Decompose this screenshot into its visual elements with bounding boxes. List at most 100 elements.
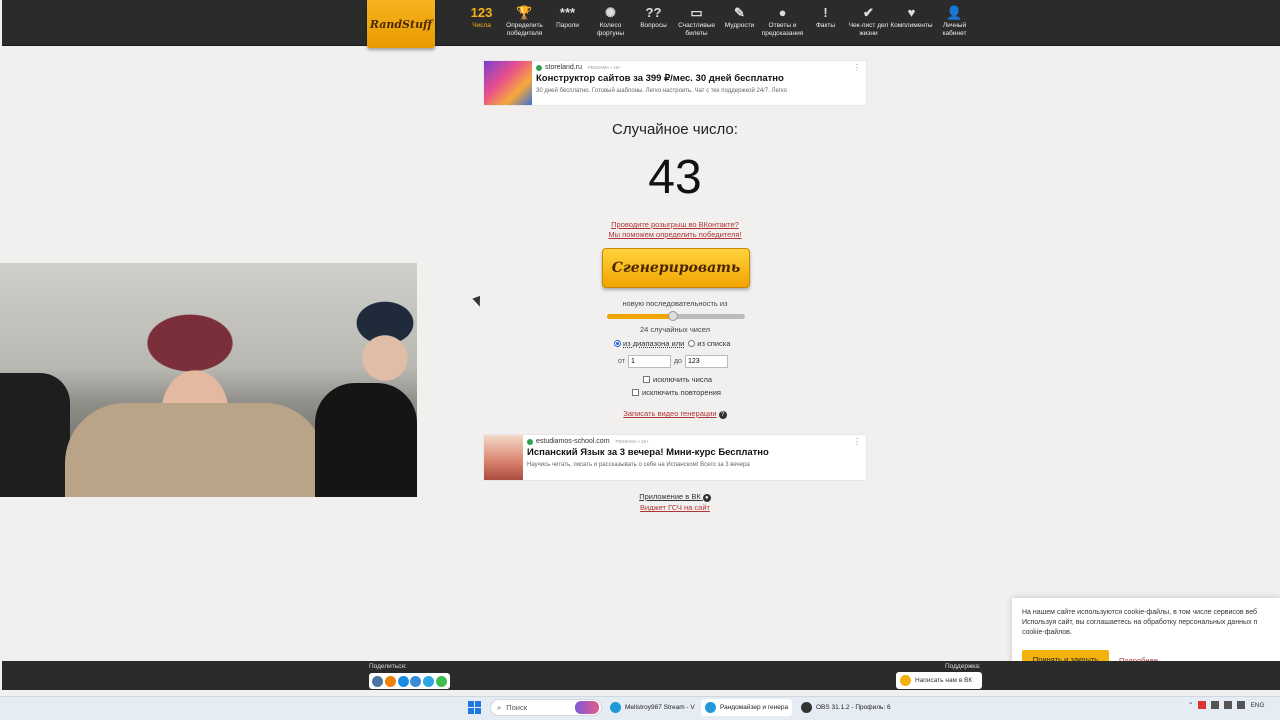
windows-start-icon[interactable] bbox=[468, 701, 481, 714]
nav-item-label: Ответы и предсказания bbox=[761, 22, 804, 37]
nav-item-account[interactable]: 👤 Личный кабинет bbox=[933, 4, 976, 38]
help-icon[interactable]: ? bbox=[718, 411, 727, 419]
cookie-text-3: cookie-файлов. bbox=[1022, 629, 1072, 636]
nav-item-passwords[interactable]: *** Пароли bbox=[546, 4, 589, 38]
tickets-icon: ▭ bbox=[690, 5, 703, 20]
exclude-repeats-checkbox[interactable] bbox=[632, 389, 639, 396]
language-indicator[interactable]: ENG bbox=[1250, 702, 1264, 709]
share-whatsapp-icon[interactable] bbox=[436, 675, 448, 687]
nav-item-tickets[interactable]: ▭ Счастливые билеты bbox=[675, 4, 718, 38]
webcam-overlay bbox=[0, 263, 417, 497]
nav-item-label: Вопросы bbox=[640, 22, 667, 29]
share-telegram-icon[interactable] bbox=[423, 675, 435, 687]
vk-app-link[interactable]: Приложение в ВК ● bbox=[575, 492, 775, 502]
search-icon: ⌕ bbox=[497, 702, 502, 712]
support-button-label[interactable]: Написать нам в ВК bbox=[915, 677, 972, 684]
range-inputs: от до bbox=[618, 355, 728, 368]
radio-range[interactable] bbox=[614, 340, 621, 347]
record-video-label[interactable]: Записать видео генерации bbox=[623, 409, 716, 418]
ad-thumbnail bbox=[484, 61, 532, 105]
sequence-label: новую последовательность из bbox=[622, 299, 728, 308]
support-vk-button[interactable]: Написать нам в ВК bbox=[896, 672, 982, 689]
tray-app-icon[interactable] bbox=[1198, 701, 1207, 709]
nav-item-wheel[interactable]: ✺ Колесо фортуны bbox=[589, 4, 632, 38]
vk-support-icon bbox=[900, 675, 911, 686]
cookie-text-1: На нашем сайте используются cookie-файлы… bbox=[1022, 609, 1258, 616]
tray-app-icon[interactable] bbox=[1211, 701, 1220, 709]
nav-item-answers[interactable]: ● Ответы и предсказания bbox=[761, 4, 804, 38]
ad-title[interactable]: Конструктор сайтов за 399 ₽/мес. 30 дней… bbox=[536, 73, 866, 84]
nav-item-label: Факты bbox=[815, 22, 836, 29]
ad-title[interactable]: Испанский Язык за 3 вечера! Мини-курс Бе… bbox=[527, 447, 866, 458]
share-mail-icon[interactable] bbox=[397, 675, 409, 687]
ad-menu-icon[interactable]: ⋮ bbox=[853, 437, 861, 446]
numbers-icon: 123 bbox=[470, 5, 493, 20]
nav-item-wisdom[interactable]: ✎ Мудрости bbox=[718, 4, 761, 38]
slider-fill bbox=[607, 314, 674, 319]
widget-link[interactable]: Виджет ГСЧ на сайт bbox=[575, 503, 775, 512]
from-input[interactable] bbox=[627, 355, 671, 368]
winner-icon: 🏆 bbox=[516, 5, 533, 20]
ad-menu-icon[interactable]: ⋮ bbox=[853, 63, 861, 72]
site-logo[interactable]: RandStuff bbox=[367, 0, 435, 48]
count-slider[interactable] bbox=[607, 311, 745, 321]
nav-item-numbers[interactable]: 123 Числа bbox=[460, 4, 503, 38]
app-icon bbox=[610, 702, 621, 713]
exclude-numbers-checkbox[interactable] bbox=[643, 376, 650, 383]
nav-item-facts[interactable]: ! Факты bbox=[804, 4, 847, 38]
checklist-icon: ✔ bbox=[863, 5, 874, 20]
nav-item-label: Колесо фортуны bbox=[597, 22, 624, 37]
ad-domain[interactable]: estudiamos-school.com bbox=[536, 438, 610, 445]
nav-item-label: Определить победителя bbox=[506, 22, 543, 37]
nav-item-winner[interactable]: 🏆 Определить победителя bbox=[503, 4, 546, 38]
exclude-numbers-row: исключить числа bbox=[643, 375, 712, 384]
ad-domain[interactable]: storeland.ru bbox=[545, 64, 582, 71]
vk-app-label[interactable]: Приложение в ВК bbox=[639, 492, 701, 501]
ad-thumbnail bbox=[484, 435, 523, 480]
nav-item-questions[interactable]: ?? Вопросы bbox=[632, 4, 675, 38]
exclude-repeats-row: исключить повторения bbox=[632, 388, 721, 397]
exclude-numbers-label[interactable]: исключить числа bbox=[653, 375, 712, 384]
taskbar-search[interactable]: ⌕ Поиск bbox=[490, 699, 602, 716]
generate-button[interactable]: Сгенерировать bbox=[602, 248, 750, 288]
tray-app-icon[interactable] bbox=[1224, 701, 1233, 709]
exclude-repeats-label[interactable]: исключить повторения bbox=[642, 388, 721, 397]
to-input[interactable] bbox=[684, 355, 728, 368]
taskbar-app-label: OBS 31.1.2 - Профиль: 6 bbox=[816, 704, 891, 711]
share-label: Поделиться: bbox=[369, 663, 407, 670]
record-video-link[interactable]: Записать видео генерации ? bbox=[600, 409, 750, 419]
ad-banner-top[interactable]: storeland.ru РЕКЛАМА • 16+ Конструктор с… bbox=[483, 60, 867, 106]
share-buttons bbox=[369, 673, 450, 689]
search-highlight-icon bbox=[575, 701, 599, 714]
taskbar-app[interactable]: Mellstroy987 Stream - V bbox=[606, 699, 699, 716]
taskbar-app[interactable]: OBS 31.1.2 - Профиль: 6 bbox=[797, 699, 895, 716]
tray-chevron-icon[interactable]: ⌃ bbox=[1188, 701, 1193, 709]
promo-link-winner[interactable]: Мы поможем определить победителя! bbox=[575, 230, 775, 239]
webcam-person-right bbox=[315, 383, 417, 497]
taskbar-app[interactable]: Рандомайзер и генера bbox=[701, 699, 793, 716]
wheel-icon: ✺ bbox=[605, 5, 616, 20]
share-ok-icon[interactable] bbox=[384, 675, 396, 687]
webcam-person-left bbox=[0, 373, 70, 497]
main-nav: 123 Числа 🏆 Определить победителя *** Пароли ✺… bbox=[460, 4, 976, 38]
nav-item-compliments[interactable]: ♥ Комплименты bbox=[890, 4, 933, 38]
tray-app-icon[interactable] bbox=[1237, 701, 1246, 709]
share-moimir-icon[interactable] bbox=[410, 675, 422, 687]
promo-link-vk[interactable]: Проводите розыгрыш во ВКонтакте? bbox=[575, 220, 775, 229]
ad-favicon-icon bbox=[527, 438, 533, 445]
compliments-icon: ♥ bbox=[907, 5, 916, 20]
count-label: 24 случайных чисел bbox=[639, 325, 711, 334]
slider-handle[interactable] bbox=[668, 311, 679, 321]
radio-list[interactable] bbox=[688, 340, 696, 347]
mouse-cursor-icon bbox=[472, 295, 484, 309]
nav-item-checklist[interactable]: ✔ Чек-лист дел жизни bbox=[847, 4, 890, 38]
vk-icon: ● bbox=[702, 494, 711, 502]
nav-item-label: Личный кабинет bbox=[942, 22, 967, 37]
share-vk-icon[interactable] bbox=[371, 675, 383, 687]
radio-list-label[interactable]: из списка bbox=[697, 339, 730, 348]
answers-icon: ● bbox=[778, 5, 787, 20]
questions-icon: ?? bbox=[645, 5, 662, 20]
ad-banner-bottom[interactable]: estudiamos-school.com РЕКЛАМА • 18+ Испа… bbox=[483, 434, 867, 481]
radio-range-label[interactable]: из диапазона или bbox=[623, 339, 684, 348]
ad-favicon-icon bbox=[536, 64, 542, 71]
